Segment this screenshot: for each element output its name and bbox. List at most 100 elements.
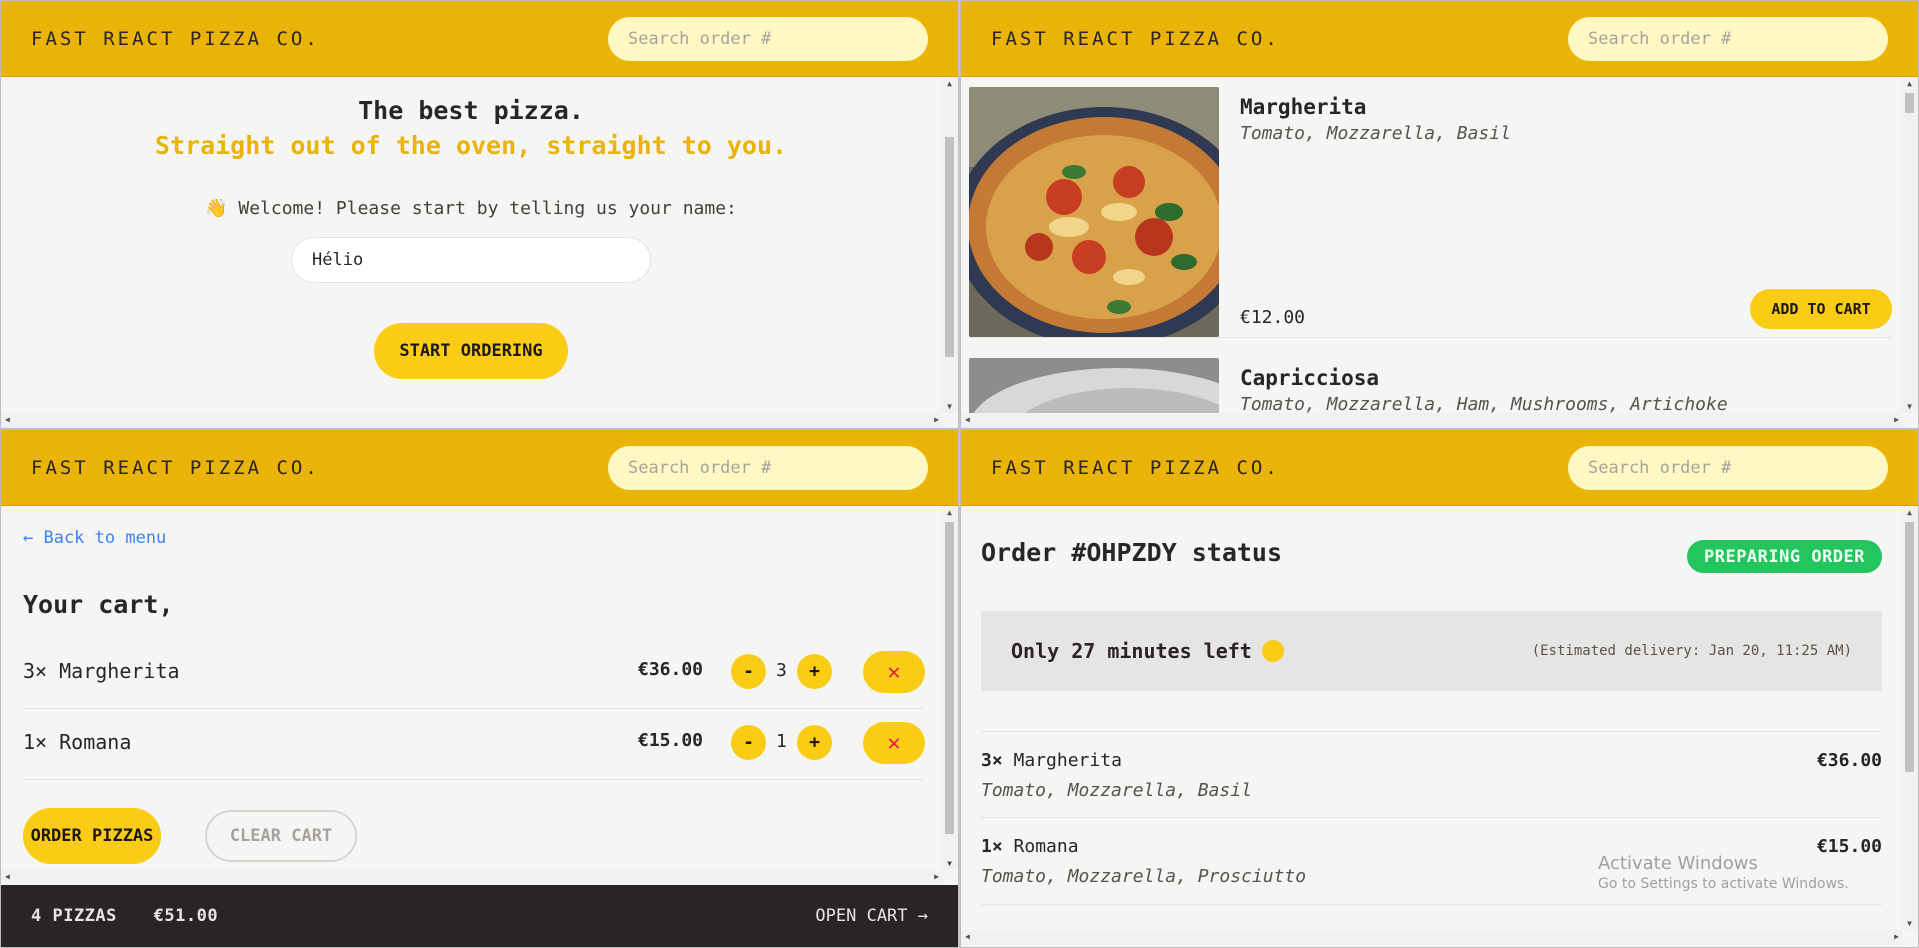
- cart-pane: FAST REACT PIZZA CO. Search order # ← Ba…: [0, 429, 959, 948]
- cart-item: 1× Romana €15.00 - 1 + ✕: [23, 708, 925, 780]
- logo[interactable]: FAST REACT PIZZA CO.: [991, 28, 1280, 50]
- pizza-name: Capricciosa: [1240, 366, 1380, 390]
- cart-item-price: €15.00: [638, 730, 704, 751]
- increase-quantity-button[interactable]: +: [797, 654, 832, 689]
- back-to-menu-link[interactable]: ← Back to menu: [23, 528, 166, 548]
- horizontal-scrollbar[interactable]: ◀ ▶: [961, 413, 1903, 428]
- scroll-left-icon[interactable]: ◀: [965, 932, 970, 941]
- order-item-title: Romana: [1013, 836, 1079, 857]
- quantity-value: 1: [776, 731, 787, 752]
- cart-overview-bar: 4 PIZZAS €51.00 OPEN CART →: [1, 885, 958, 947]
- scroll-up-icon[interactable]: ▲: [1901, 79, 1918, 88]
- cart-title: Your cart,: [23, 590, 174, 619]
- logo[interactable]: FAST REACT PIZZA CO.: [991, 457, 1280, 479]
- order-item-ingredients: Tomato, Mozzarella, Prosciutto: [981, 866, 1307, 887]
- scroll-thumb[interactable]: [945, 522, 954, 834]
- vertical-scrollbar[interactable]: ▲ ▼: [941, 506, 958, 870]
- watermark-subtitle: Go to Settings to activate Windows.: [1598, 876, 1849, 892]
- scroll-left-icon[interactable]: ◀: [5, 415, 10, 424]
- status-badge: PREPARING ORDER: [1687, 540, 1882, 573]
- order-item: 3× Margherita €36.00 Tomato, Mozzarella,…: [981, 731, 1882, 818]
- pizza-image: [969, 358, 1219, 418]
- close-icon: ✕: [887, 659, 901, 685]
- quantity-value: 3: [776, 660, 787, 681]
- estimated-delivery: (Estimated delivery: Jan 20, 11:25 AM): [1531, 643, 1852, 659]
- delete-item-button[interactable]: ✕: [863, 722, 925, 764]
- scroll-thumb[interactable]: [1905, 93, 1914, 113]
- home-content: The best pizza. Straight out of the oven…: [1, 77, 941, 379]
- order-item-price: €36.00: [1816, 750, 1882, 771]
- order-item-name: 1× Romana: [981, 836, 1079, 857]
- cart-total: €51.00: [153, 906, 219, 926]
- pizza-ingredients: Tomato, Mozzarella, Basil: [1240, 123, 1511, 144]
- scroll-right-icon[interactable]: ▶: [934, 872, 939, 881]
- pizza-price: €12.00: [1240, 307, 1306, 328]
- scroll-right-icon[interactable]: ▶: [1894, 932, 1899, 941]
- scroll-up-icon[interactable]: ▲: [941, 79, 958, 88]
- order-item-ingredients: Tomato, Mozzarella, Basil: [981, 780, 1252, 801]
- open-cart-link[interactable]: OPEN CART →: [815, 906, 928, 926]
- pizza-image: [969, 87, 1219, 337]
- increase-quantity-button[interactable]: +: [797, 725, 832, 760]
- header: FAST REACT PIZZA CO. Search order #: [1, 430, 958, 506]
- welcome-text: 👋 Welcome! Please start by telling us yo…: [205, 198, 737, 219]
- windows-activation-watermark: Activate Windows Go to Settings to activ…: [1598, 853, 1849, 892]
- scroll-up-icon[interactable]: ▲: [941, 508, 958, 517]
- horizontal-scrollbar[interactable]: ◀ ▶: [1, 413, 943, 428]
- delete-item-button[interactable]: ✕: [863, 651, 925, 693]
- scroll-thumb[interactable]: [1905, 522, 1914, 772]
- scroll-right-icon[interactable]: ▶: [934, 415, 939, 424]
- header: FAST REACT PIZZA CO. Search order #: [1, 1, 958, 77]
- pizza-ingredients: Tomato, Mozzarella, Ham, Mushrooms, Arti…: [1240, 394, 1728, 415]
- vertical-scrollbar[interactable]: ▲ ▼: [1901, 77, 1918, 413]
- cart-pizza-count: 4 PIZZAS: [31, 906, 117, 926]
- header: FAST REACT PIZZA CO. Search order #: [961, 1, 1918, 77]
- scroll-down-icon[interactable]: ▼: [1901, 919, 1918, 928]
- home-pane: FAST REACT PIZZA CO. Search order # The …: [0, 0, 959, 429]
- order-item-qty: 1×: [981, 836, 1003, 857]
- order-item-name: 3× Margherita: [981, 750, 1122, 771]
- search-input[interactable]: Search order #: [1568, 445, 1888, 490]
- cart-item: 3× Margherita €36.00 - 3 + ✕: [23, 637, 925, 709]
- menu-pane: FAST REACT PIZZA CO. Search order # Marg…: [960, 0, 1919, 429]
- scroll-left-icon[interactable]: ◀: [5, 872, 10, 881]
- eta-text: Only 27 minutes left: [1011, 639, 1284, 664]
- logo[interactable]: FAST REACT PIZZA CO.: [31, 28, 320, 50]
- eta-label: Only 27 minutes left: [1011, 639, 1252, 663]
- add-to-cart-button[interactable]: ADD TO CART: [1750, 289, 1892, 329]
- scroll-up-icon[interactable]: ▲: [1901, 508, 1918, 517]
- scroll-down-icon[interactable]: ▼: [941, 859, 958, 868]
- order-item-qty: 3×: [981, 750, 1003, 771]
- order-title: Order #OHPZDY status: [981, 538, 1283, 567]
- cart-summary: 4 PIZZAS €51.00: [31, 906, 244, 926]
- logo[interactable]: FAST REACT PIZZA CO.: [31, 457, 320, 479]
- scroll-right-icon[interactable]: ▶: [1894, 415, 1899, 424]
- home-title: The best pizza.: [358, 96, 584, 125]
- search-input[interactable]: Search order #: [608, 16, 928, 61]
- order-item-title: Margherita: [1013, 750, 1122, 771]
- vertical-scrollbar[interactable]: ▲ ▼: [941, 77, 958, 413]
- vertical-scrollbar[interactable]: ▲ ▼: [1901, 506, 1918, 930]
- clear-cart-button[interactable]: CLEAR CART: [205, 810, 357, 862]
- horizontal-scrollbar[interactable]: ◀ ▶: [961, 930, 1903, 945]
- search-input[interactable]: Search order #: [608, 445, 928, 490]
- menu-item: Margherita Tomato, Mozzarella, Basil €12…: [969, 77, 1892, 338]
- pizza-name: Margherita: [1240, 95, 1367, 119]
- order-pizzas-button[interactable]: ORDER PIZZAS: [23, 808, 161, 864]
- search-input[interactable]: Search order #: [1568, 16, 1888, 61]
- scroll-down-icon[interactable]: ▼: [1901, 402, 1918, 411]
- name-input[interactable]: Hélio: [291, 237, 651, 283]
- scroll-left-icon[interactable]: ◀: [965, 415, 970, 424]
- horizontal-scrollbar[interactable]: ◀ ▶: [1, 870, 943, 885]
- close-icon: ✕: [887, 730, 901, 756]
- decrease-quantity-button[interactable]: -: [731, 654, 766, 689]
- decrease-quantity-button[interactable]: -: [731, 725, 766, 760]
- cart-item-name: 1× Romana: [23, 730, 132, 754]
- start-ordering-button[interactable]: START ORDERING: [374, 323, 568, 379]
- scroll-thumb[interactable]: [945, 137, 954, 357]
- eta-box: Only 27 minutes left (Estimated delivery…: [981, 611, 1882, 691]
- scroll-down-icon[interactable]: ▼: [941, 402, 958, 411]
- smiley-icon: [1261, 639, 1284, 662]
- home-subtitle: Straight out of the oven, straight to yo…: [154, 131, 788, 160]
- cart-item-name: 3× Margherita: [23, 659, 180, 683]
